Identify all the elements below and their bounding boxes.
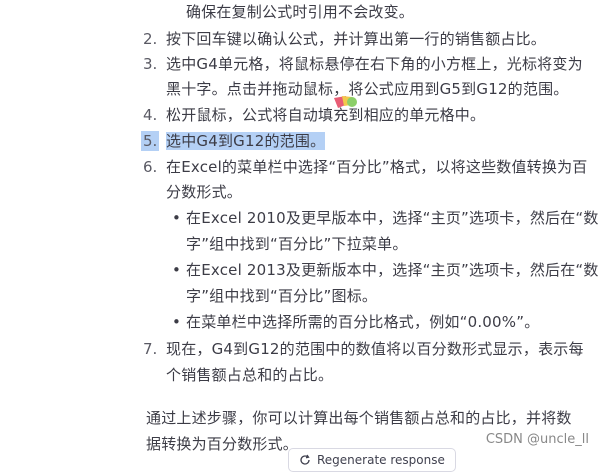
bullet-2-line-2: 字”组中找到“百分比”图标。 [186,287,378,305]
regenerate-response-button[interactable]: Regenerate response [288,448,456,472]
response-document: 确保在复制公式时引用不会改变。 2. 按下回车键以确认公式，并计算出第一行的销售… [0,0,603,472]
bullet-marker: • [172,261,181,279]
selected-text: 选中G4到G12的范围。 [166,132,326,150]
step-5-line-1[interactable]: 选中G4到G12的范围。 [166,131,326,151]
step-number-6: 6. [143,158,158,176]
step-number-5: 5. [141,131,160,151]
partial-top-line: 确保在复制公式时引用不会改变。 [186,3,415,21]
step-6-line-1: 在Excel的菜单栏中选择“百分比”格式，以将这些数值转换为百 [166,158,588,176]
regenerate-label: Regenerate response [317,453,445,467]
bullet-3-line-1: 在菜单栏中选择所需的百分比格式，例如“0.00%”。 [186,313,540,331]
step-7-line-1: 现在，G4到G12的范围中的数值将以百分数形式显示，表示每 [166,340,584,358]
step-3-line-1: 选中G4单元格，将鼠标悬停在右下角的小方框上，光标将变为 [166,55,583,73]
refresh-icon [300,454,310,465]
bullet-marker: • [172,209,181,227]
step-number-2: 2. [143,30,158,48]
step-3-line-2: 黑十字。点击并拖动鼠标，将公式应用到G5到G12的范围。 [166,80,569,98]
bullet-1-line-1: 在Excel 2010及更早版本中，选择“主页”选项卡，然后在“数 [186,209,599,227]
bullet-1-line-2: 字”组中找到“百分比”下拉菜单。 [186,235,408,253]
step-7-line-2: 个销售额占总和的占比。 [166,366,334,384]
csdn-watermark: CSDN @uncle_ll [485,432,589,447]
bullet-marker: • [172,313,181,331]
step-number-7: 7. [143,340,158,358]
bullet-2-line-1: 在Excel 2013及更新版本中，选择“主页”选项卡，然后在“数 [186,261,599,279]
step-number-4: 4. [143,106,158,124]
step-4-line-1: 松开鼠标，公式将自动填充到相应的单元格中。 [166,106,486,124]
step-2-line-1: 按下回车键以确认公式，并计算出第一行的销售额占比。 [166,30,547,48]
summary-line-1: 通过上述步骤，你可以计算出每个销售额占总和的占比，并将数 [146,409,572,427]
step-6-line-2: 分数形式。 [166,183,243,201]
drag-cursor-icon [334,96,357,108]
step-number-3: 3. [143,55,158,73]
summary-line-2: 据转换为百分数形式。 [146,435,299,453]
